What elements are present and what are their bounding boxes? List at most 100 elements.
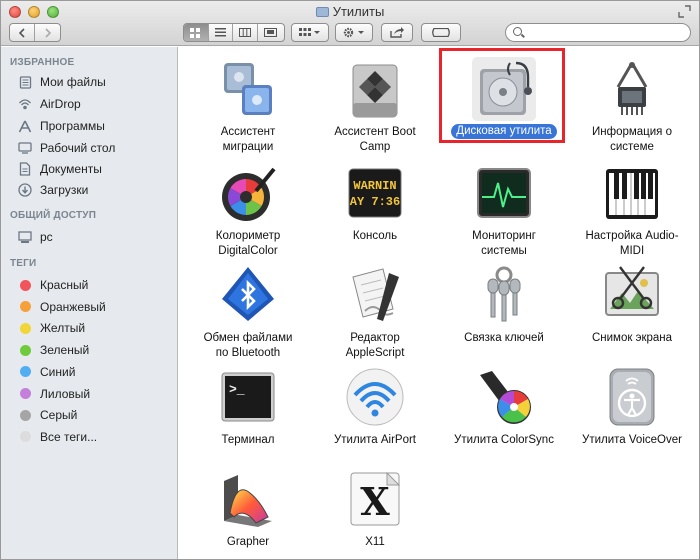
app-item-voiceover-utility[interactable]: Утилита VoiceOver	[565, 365, 699, 448]
window-title: Утилиты	[1, 4, 699, 19]
app-label-line1: Консоль	[352, 230, 398, 242]
window-title-text: Утилиты	[332, 4, 385, 19]
app-item-activity-monitor[interactable]: Мониторинг системы	[437, 161, 571, 259]
app-label-line1: Утилита VoiceOver	[582, 434, 682, 446]
action-group	[335, 23, 373, 42]
sidebar-item-all-my-files[interactable]: Мои файлы	[18, 73, 106, 91]
terminal-icon: >_	[216, 365, 280, 429]
app-label-line2: DigitalColor	[218, 245, 278, 257]
downloads-icon	[18, 183, 32, 197]
list-view-button[interactable]	[209, 24, 234, 41]
app-item-bluetooth-file-exchange[interactable]: Обмен файлами по Bluetooth	[181, 263, 315, 361]
search-input[interactable]	[526, 25, 686, 40]
arrange-button[interactable]	[292, 24, 328, 41]
bluetooth-exchange-icon	[216, 263, 280, 327]
sidebar-tag-item[interactable]: Лиловый	[18, 385, 90, 403]
column-view-button[interactable]	[233, 24, 258, 41]
sidebar-item-downloads[interactable]: Загрузки	[18, 181, 88, 199]
app-item-grab[interactable]: Снимок экрана	[565, 263, 699, 346]
app-label-line2: системы	[481, 245, 527, 257]
share-button[interactable]	[382, 24, 412, 41]
sidebar-tag-item[interactable]: Зеленый	[18, 341, 89, 359]
sidebar-tag-item[interactable]: Все теги...	[18, 428, 97, 446]
app-item-keychain-access[interactable]: Связка ключей	[437, 263, 571, 346]
sidebar-tag-item[interactable]: Синий	[18, 363, 75, 381]
sidebar-item-pc[interactable]: pc	[18, 228, 53, 246]
coverflow-view-button[interactable]	[258, 24, 284, 41]
forward-button[interactable]	[35, 24, 60, 41]
sidebar-tag-label: Лиловый	[40, 386, 91, 401]
sidebar-tag-item[interactable]: Серый	[18, 406, 77, 424]
airport-utility-icon	[343, 365, 407, 429]
sidebar-section-favorites: ИЗБРАННОЕ	[10, 57, 75, 68]
sidebar-item-label: Программы	[40, 119, 105, 133]
fullscreen-icon[interactable]	[678, 5, 691, 18]
app-item-migration-assistant[interactable]: Ассистент миграции	[181, 57, 315, 155]
app-item-grapher[interactable]: Grapher	[181, 467, 315, 550]
app-item-airport-utility[interactable]: Утилита AirPort	[308, 365, 442, 448]
app-label-line1: Настройка Audio-	[585, 230, 679, 242]
tag-dot	[19, 322, 31, 334]
app-label-line1: Grapher	[226, 536, 270, 548]
tag-color-dot-icon	[18, 430, 32, 444]
grab-icon	[600, 263, 664, 327]
sidebar-tag-label: Оранжевый	[40, 299, 106, 314]
app-label-line1: Утилита ColorSync	[454, 434, 554, 446]
folder-icon	[315, 7, 329, 17]
sidebar-item-desktop[interactable]: Рабочий стол	[18, 139, 115, 157]
sidebar-item-label: pc	[40, 230, 53, 244]
app-label-line2: системе	[610, 141, 654, 153]
back-button[interactable]	[10, 24, 36, 41]
tag-color-dot-icon	[18, 343, 32, 357]
tag-color-dot-icon	[18, 321, 32, 335]
sidebar-tag-item[interactable]: Красный	[18, 276, 88, 294]
gear-icon	[343, 27, 364, 38]
app-item-console[interactable]: WARNIN AY 7:36 Консоль	[308, 161, 442, 244]
app-label-line1: Утилита AirPort	[333, 434, 416, 446]
sidebar-tag-label: Все теги...	[40, 429, 98, 444]
app-item-x11[interactable]: X X11	[308, 467, 442, 550]
sidebar-tag-label: Синий	[40, 364, 76, 379]
tag-dot	[19, 388, 31, 399]
columns-icon	[238, 28, 251, 37]
edit-tags-button[interactable]	[422, 24, 460, 41]
app-item-system-information[interactable]: Информация о системе	[565, 57, 699, 155]
arrange-icon	[299, 28, 320, 36]
terminal-prompt-text: >_	[229, 382, 245, 397]
app-label-line1: Связка ключей	[464, 332, 544, 344]
app-item-colorsync-utility[interactable]: Утилита ColorSync	[437, 365, 571, 448]
digital-color-meter-icon	[216, 161, 280, 225]
app-item-applescript-editor[interactable]: Редактор AppleScript	[308, 263, 442, 361]
applications-icon	[18, 119, 32, 133]
all-my-files-icon	[18, 75, 32, 89]
sidebar-item-label: Загрузки	[40, 183, 89, 197]
colorsync-icon	[472, 365, 536, 429]
airdrop-icon	[18, 97, 32, 111]
boot-camp-icon	[343, 57, 407, 121]
app-item-audio-midi-setup[interactable]: Настройка Audio- MIDI	[565, 161, 699, 259]
icon-view-button[interactable]	[184, 24, 209, 41]
sidebar-item-label: Мои файлы	[40, 75, 106, 89]
tag-color-dot-icon	[18, 408, 32, 422]
tag-color-dot-icon	[18, 365, 32, 379]
tag-dot	[19, 301, 31, 313]
sidebar-item-documents[interactable]: Документы	[18, 160, 102, 178]
sidebar-item-airdrop[interactable]: AirDrop	[18, 95, 81, 113]
sidebar-tag-item[interactable]: Оранжевый	[18, 298, 106, 316]
sidebar-item-applications[interactable]: Программы	[18, 117, 105, 135]
sidebar-tag-item[interactable]: Желтый	[18, 319, 85, 337]
tag-color-dot-icon	[18, 278, 32, 292]
app-item-terminal[interactable]: >_ Терминал	[181, 365, 315, 448]
sidebar-item-label: Документы	[40, 162, 102, 176]
system-information-icon	[600, 57, 664, 121]
action-button[interactable]	[336, 24, 372, 41]
app-label-line1: X11	[365, 536, 385, 548]
app-item-boot-camp[interactable]: Ассистент Boot Camp	[308, 57, 442, 155]
sidebar-section-shared: ОБЩИЙ ДОСТУП	[10, 210, 97, 221]
app-item-digital-color-meter[interactable]: Колориметр DigitalColor	[181, 161, 315, 259]
search-field[interactable]	[505, 23, 691, 42]
computer-icon	[18, 230, 32, 244]
tag-color-dot-icon	[18, 300, 32, 314]
sidebar-tag-label: Красный	[40, 278, 89, 292]
view-mode-group	[183, 23, 285, 42]
